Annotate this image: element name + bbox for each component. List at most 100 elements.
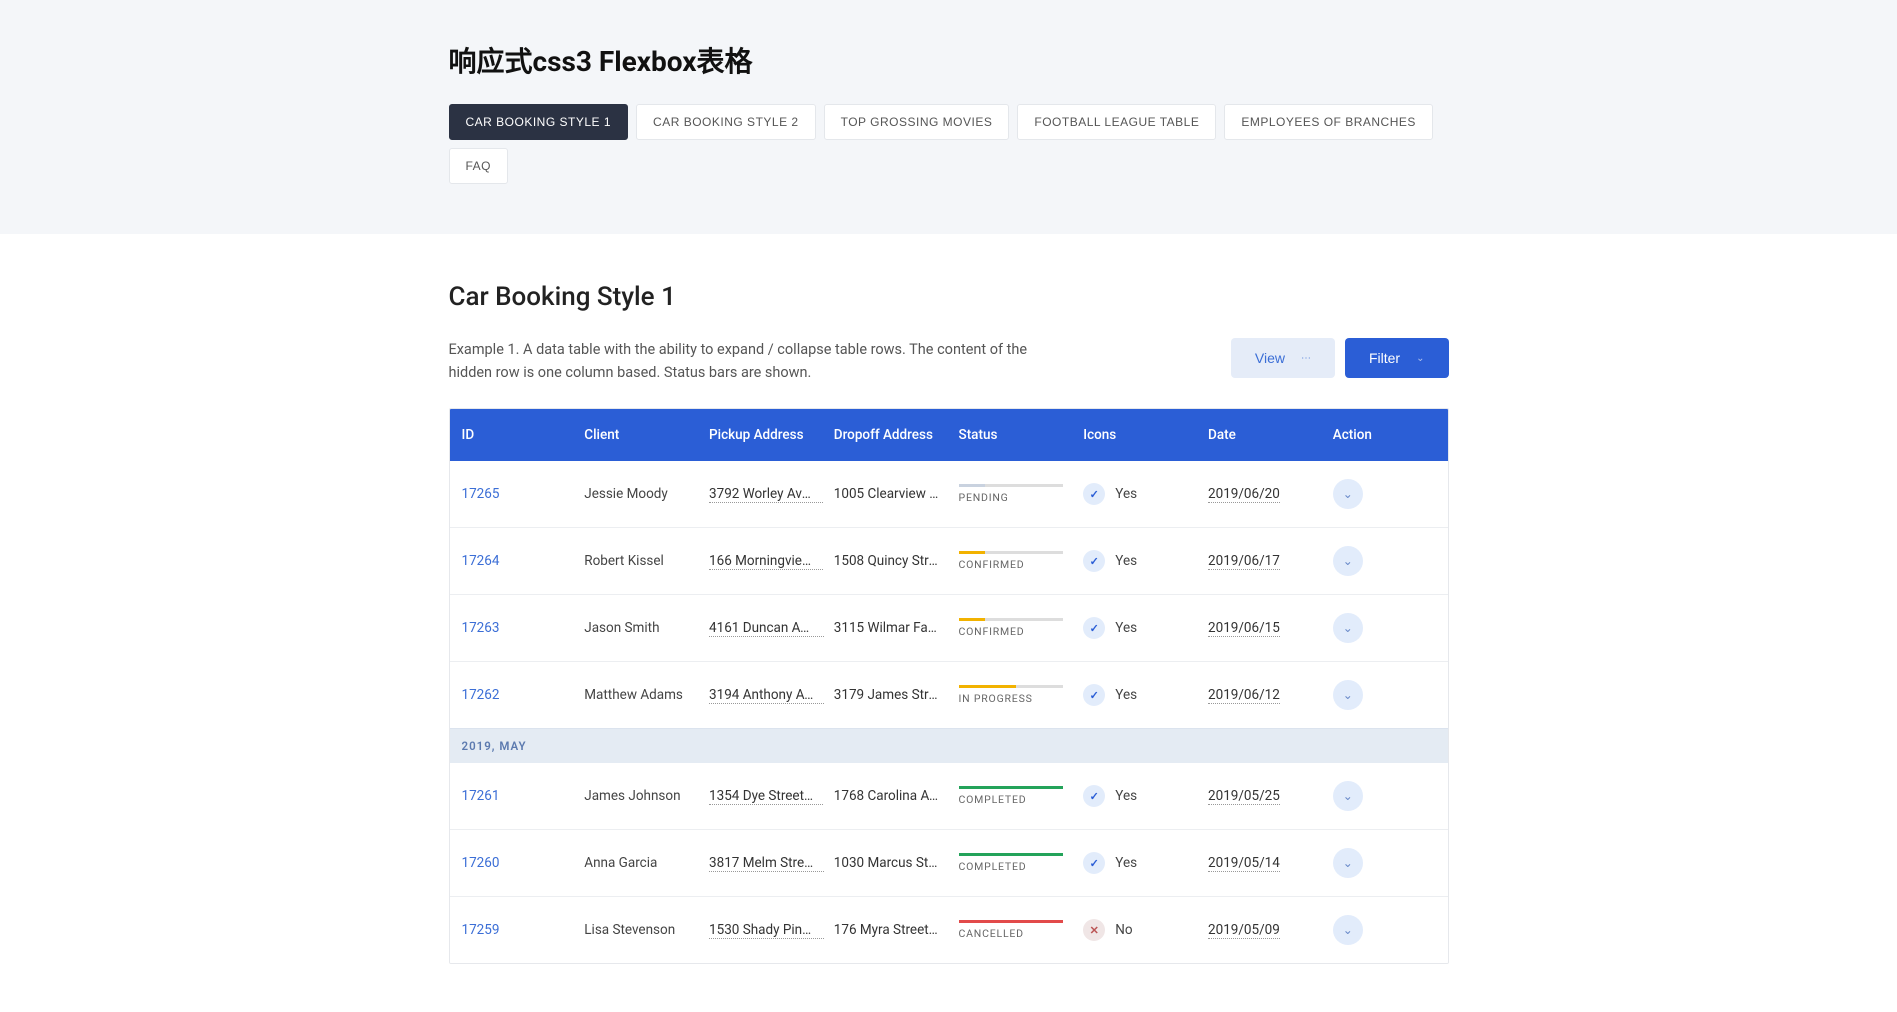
booking-date: 2019/06/15 bbox=[1208, 620, 1280, 637]
column-header: Date bbox=[1198, 409, 1323, 461]
booking-id-link[interactable]: 17259 bbox=[462, 922, 500, 938]
check-icon: ✓ bbox=[1083, 550, 1105, 572]
dropoff-address: 1508 Quincy Street,... bbox=[824, 535, 949, 587]
status-label: CONFIRMED bbox=[959, 558, 1064, 571]
table-row: 17264 Robert Kissel 166 Morningview L...15… bbox=[450, 527, 1448, 594]
pickup-address: 3817 Melm Street, ... bbox=[709, 855, 824, 872]
table-row: 17261 James Johnson 1354 Dye Street, Ch...… bbox=[450, 763, 1448, 829]
tab-faq[interactable]: FAQ bbox=[449, 148, 509, 184]
pickup-address: 3792 Worley Avenu... bbox=[709, 486, 824, 503]
column-header: Action bbox=[1323, 409, 1448, 461]
status-label: CONFIRMED bbox=[959, 625, 1064, 638]
expand-row-button[interactable]: ⌄ bbox=[1333, 848, 1363, 878]
section-title: Car Booking Style 1 bbox=[449, 282, 1449, 312]
tabs-nav: CAR BOOKING STYLE 1CAR BOOKING STYLE 2TO… bbox=[449, 104, 1449, 184]
dropoff-address: 3115 Wilmar Farm ... bbox=[824, 602, 949, 654]
pickup-address: 1354 Dye Street, Ch... bbox=[709, 788, 824, 805]
status-bar bbox=[959, 786, 1064, 789]
icons-text: Yes bbox=[1115, 620, 1137, 636]
status-bar bbox=[959, 484, 1064, 487]
booking-date: 2019/05/14 bbox=[1208, 855, 1280, 872]
booking-id-link[interactable]: 17260 bbox=[462, 855, 500, 871]
booking-date: 2019/06/17 bbox=[1208, 553, 1280, 570]
client-name: Robert Kissel bbox=[574, 535, 699, 587]
client-name: Jason Smith bbox=[574, 602, 699, 654]
pickup-address: 3194 Anthony Aven... bbox=[709, 687, 824, 704]
check-icon: ✓ bbox=[1083, 684, 1105, 706]
status-label: PENDING bbox=[959, 491, 1064, 504]
column-header: Icons bbox=[1073, 409, 1198, 461]
client-name: Jessie Moody bbox=[574, 468, 699, 520]
status-label: COMPLETED bbox=[959, 860, 1064, 873]
icons-text: Yes bbox=[1115, 788, 1137, 804]
tab-car-booking-style-2[interactable]: CAR BOOKING STYLE 2 bbox=[636, 104, 816, 140]
status-bar bbox=[959, 853, 1064, 856]
expand-row-button[interactable]: ⌄ bbox=[1333, 479, 1363, 509]
column-header: Dropoff Address bbox=[824, 409, 949, 461]
cross-icon: ✕ bbox=[1083, 919, 1105, 941]
booking-table: IDClientPickup AddressDropoff AddressSta… bbox=[449, 408, 1449, 964]
booking-id-link[interactable]: 17264 bbox=[462, 553, 500, 569]
view-button[interactable]: View ⋯ bbox=[1231, 338, 1335, 378]
client-name: James Johnson bbox=[574, 770, 699, 822]
expand-row-button[interactable]: ⌄ bbox=[1333, 915, 1363, 945]
tab-top-grossing-movies[interactable]: TOP GROSSING MOVIES bbox=[824, 104, 1010, 140]
ellipsis-icon: ⋯ bbox=[1301, 353, 1311, 364]
icons-text: Yes bbox=[1115, 486, 1137, 502]
expand-row-button[interactable]: ⌄ bbox=[1333, 680, 1363, 710]
booking-date: 2019/06/20 bbox=[1208, 486, 1280, 503]
icons-text: Yes bbox=[1115, 687, 1137, 703]
check-icon: ✓ bbox=[1083, 483, 1105, 505]
status-label: CANCELLED bbox=[959, 927, 1064, 940]
status-bar bbox=[959, 685, 1064, 688]
filter-label: Filter bbox=[1369, 350, 1400, 366]
table-row: 17262 Matthew Adams 3194 Anthony Aven...31… bbox=[450, 661, 1448, 728]
column-header: ID bbox=[450, 409, 575, 461]
table-row: 17259Lisa Stevenson1530 Shady Pines ...1… bbox=[450, 896, 1448, 963]
icons-text: No bbox=[1115, 922, 1132, 938]
tab-football-league-table[interactable]: FOOTBALL LEAGUE TABLE bbox=[1017, 104, 1216, 140]
section-description: Example 1. A data table with the ability… bbox=[449, 338, 1059, 384]
status-bar bbox=[959, 618, 1064, 621]
pickup-address: 4161 Duncan Aven... bbox=[709, 620, 824, 637]
dropoff-address: 3179 James Street,... bbox=[824, 669, 949, 721]
status-bar bbox=[959, 920, 1064, 923]
check-icon: ✓ bbox=[1083, 785, 1105, 807]
column-header: Client bbox=[574, 409, 699, 461]
check-icon: ✓ bbox=[1083, 852, 1105, 874]
dropoff-address: 1768 Carolina Aven... bbox=[824, 770, 949, 822]
expand-row-button[interactable]: ⌄ bbox=[1333, 613, 1363, 643]
icons-text: Yes bbox=[1115, 553, 1137, 569]
status-label: IN PROGRESS bbox=[959, 692, 1064, 705]
icons-text: Yes bbox=[1115, 855, 1137, 871]
table-header: IDClientPickup AddressDropoff AddressSta… bbox=[450, 409, 1448, 461]
filter-button[interactable]: Filter ⌄ bbox=[1345, 338, 1449, 378]
booking-id-link[interactable]: 17261 bbox=[462, 788, 500, 804]
expand-row-button[interactable]: ⌄ bbox=[1333, 546, 1363, 576]
column-header: Pickup Address bbox=[699, 409, 824, 461]
booking-date: 2019/05/25 bbox=[1208, 788, 1280, 805]
table-row: 17265 Jessie Moody 3792 Worley Avenu...100… bbox=[450, 461, 1448, 527]
client-name: Anna Garcia bbox=[574, 837, 699, 889]
dropoff-address: 1005 Clearview Driv... bbox=[824, 468, 949, 520]
check-icon: ✓ bbox=[1083, 617, 1105, 639]
status-bar bbox=[959, 551, 1064, 554]
booking-id-link[interactable]: 17262 bbox=[462, 687, 500, 703]
booking-date: 2019/06/12 bbox=[1208, 687, 1280, 704]
client-name: Lisa Stevenson bbox=[574, 904, 699, 956]
booking-id-link[interactable]: 17263 bbox=[462, 620, 500, 636]
client-name: Matthew Adams bbox=[574, 669, 699, 721]
chevron-down-icon: ⌄ bbox=[1416, 353, 1424, 364]
page-title: 响应式css3 Flexbox表格 bbox=[449, 40, 1449, 80]
tab-employees-of-branches[interactable]: EMPLOYEES OF BRANCHES bbox=[1224, 104, 1433, 140]
expand-row-button[interactable]: ⌄ bbox=[1333, 781, 1363, 811]
column-header: Status bbox=[949, 409, 1074, 461]
status-label: COMPLETED bbox=[959, 793, 1064, 806]
view-label: View bbox=[1255, 350, 1285, 366]
table-row: 17260 Anna Garcia 3817 Melm Street, ...103… bbox=[450, 829, 1448, 896]
group-row: 2019, MAY bbox=[450, 728, 1448, 763]
dropoff-address: 1030 Marcus Street... bbox=[824, 837, 949, 889]
tab-car-booking-style-1[interactable]: CAR BOOKING STYLE 1 bbox=[449, 104, 629, 140]
pickup-address: 166 Morningview L... bbox=[709, 553, 824, 570]
booking-id-link[interactable]: 17265 bbox=[462, 486, 500, 502]
